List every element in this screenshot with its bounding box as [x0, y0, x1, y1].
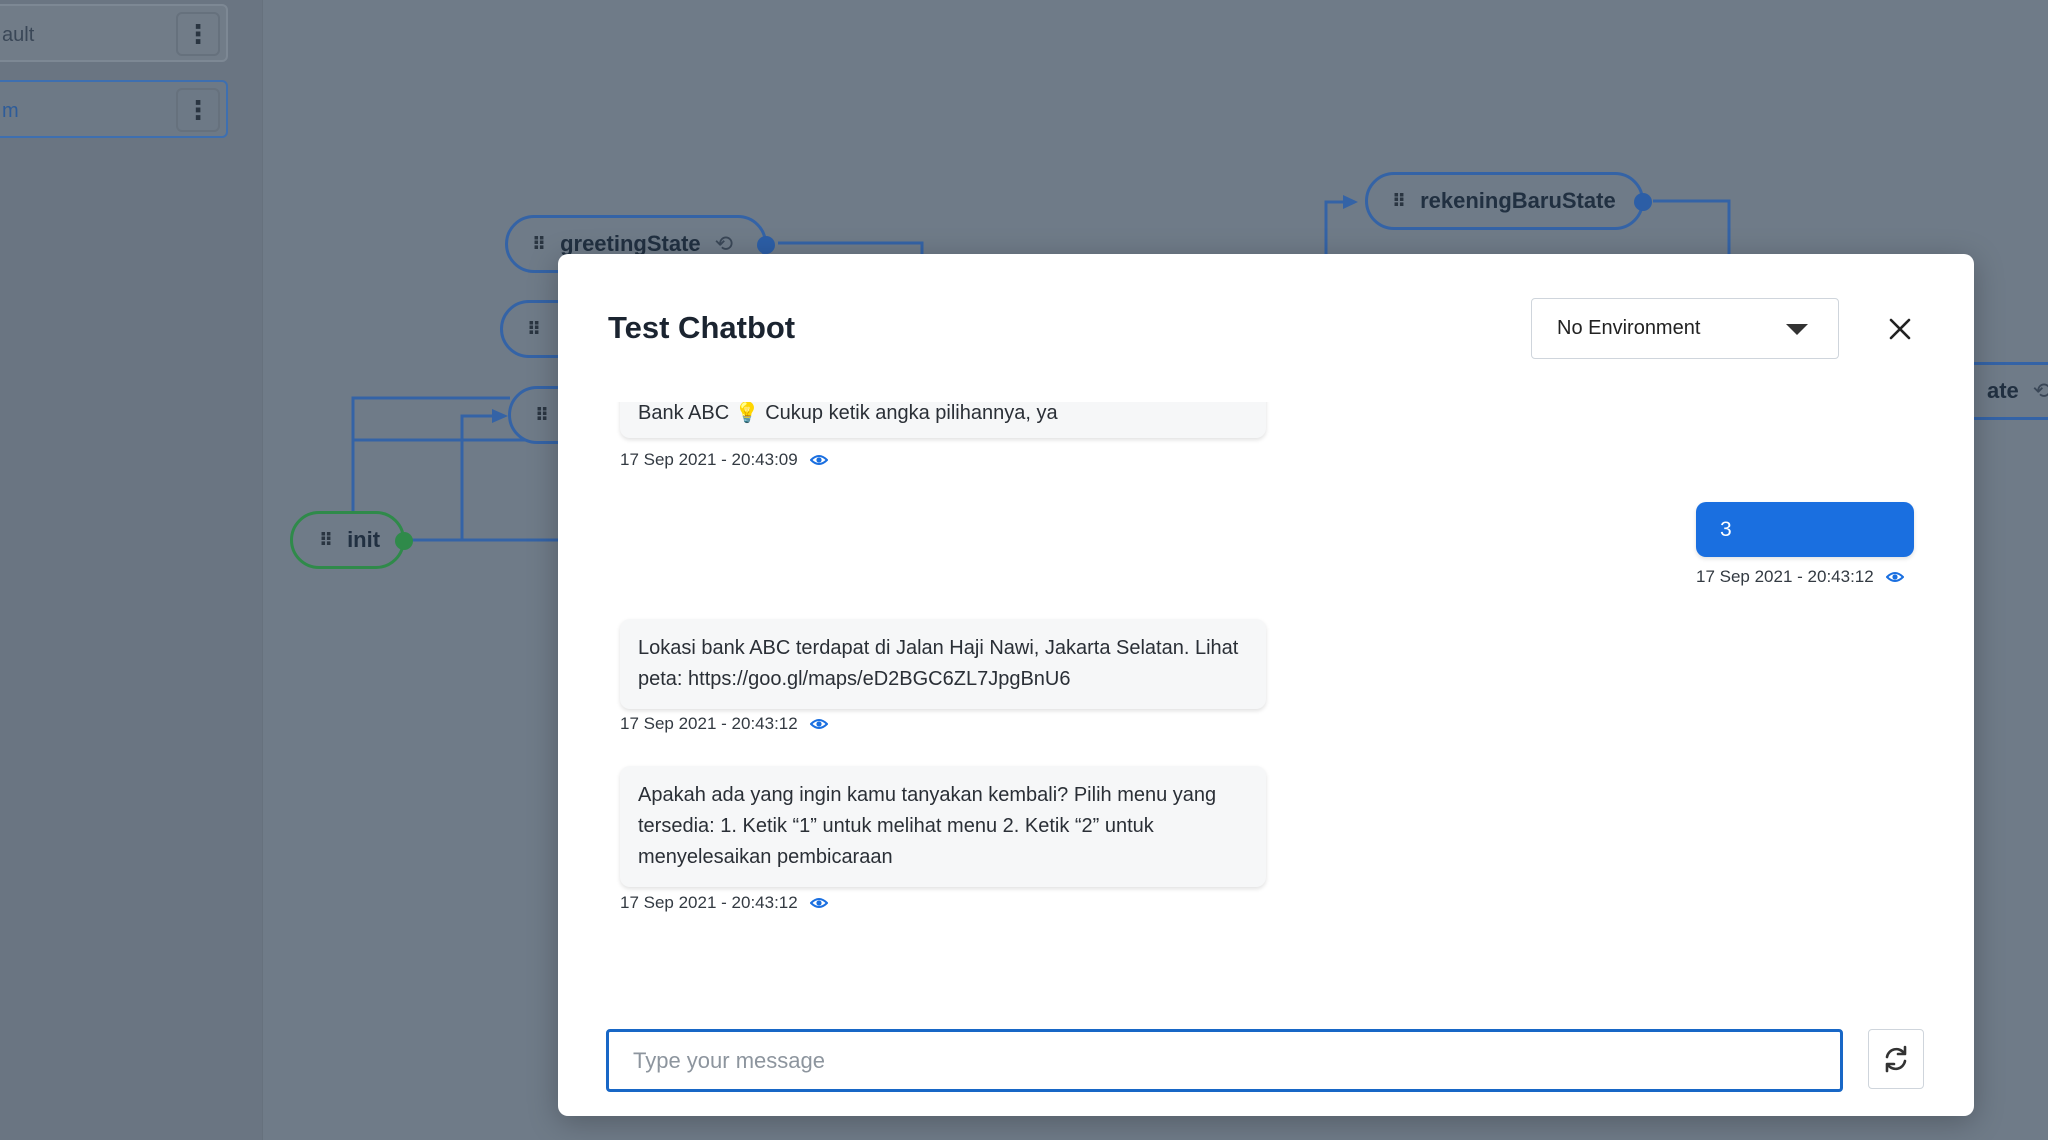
- lightbulb-icon: 💡: [734, 402, 766, 424]
- modal-title: Test Chatbot: [608, 310, 796, 345]
- environment-select-value: No Environment: [1557, 317, 1701, 339]
- message-timestamp: 17 Sep 2021 - 20:43:12: [620, 893, 828, 913]
- bot-message: Bank ABC 💡 Cukup ketik angka pilihannya,…: [620, 402, 1266, 438]
- eye-icon[interactable]: [809, 897, 828, 909]
- refresh-icon: [1885, 1045, 1907, 1073]
- user-message: 3: [1696, 502, 1914, 557]
- eye-icon[interactable]: [809, 454, 828, 466]
- chevron-down-icon: [1786, 324, 1808, 335]
- chat-message-list[interactable]: Bank ABC 💡 Cukup ketik angka pilihannya,…: [558, 402, 1974, 996]
- close-button[interactable]: [1880, 309, 1920, 349]
- eye-icon[interactable]: [809, 718, 828, 730]
- bot-message: Lokasi bank ABC terdapat di Jalan Haji N…: [620, 619, 1266, 709]
- close-icon: [1889, 318, 1911, 340]
- environment-select[interactable]: No Environment: [1531, 298, 1839, 359]
- modal-overlay: Test Chatbot No Environment Bank ABC 💡 C…: [0, 0, 2048, 1140]
- bot-message: Apakah ada yang ingin kamu tanyakan kemb…: [620, 766, 1266, 887]
- message-timestamp: 17 Sep 2021 - 20:43:12: [620, 714, 828, 734]
- refresh-button[interactable]: [1868, 1029, 1924, 1089]
- eye-icon[interactable]: [1885, 571, 1904, 583]
- message-timestamp: 17 Sep 2021 - 20:43:12: [1696, 567, 1904, 587]
- test-chatbot-modal: Test Chatbot No Environment Bank ABC 💡 C…: [558, 254, 1974, 1116]
- message-input-wrapper: [606, 1029, 1843, 1092]
- message-input[interactable]: [609, 1032, 1840, 1089]
- message-timestamp: 17 Sep 2021 - 20:43:09: [620, 450, 828, 470]
